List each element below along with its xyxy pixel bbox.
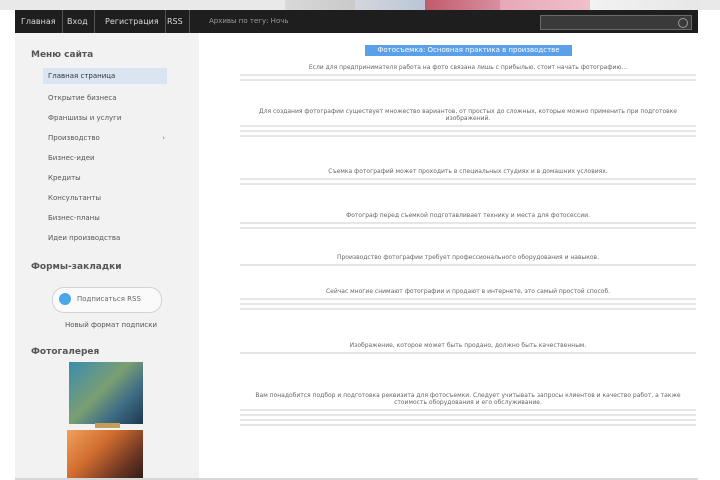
top-navigation: Главная Вход Регистрация RSS Архивы по т…	[15, 10, 698, 34]
subscribe-button[interactable]: Подписаться RSS	[52, 287, 162, 313]
article-paragraph-text: Фотограф перед съемкой подготавливает те…	[346, 212, 590, 219]
sidebar-item-ideas[interactable]: Бизнес-идеи	[43, 150, 167, 166]
sidebar-menu-heading: Меню сайта	[31, 50, 94, 60]
sidebar-item-home[interactable]: Главная страница	[43, 68, 167, 84]
sidebar-item-label: Производство	[48, 134, 100, 142]
search-input[interactable]	[540, 15, 692, 30]
sidebar-item-credits[interactable]: Кредиты	[43, 170, 167, 186]
banner-image	[500, 0, 590, 10]
article-paragraph: Производство фотографии требует професси…	[240, 254, 696, 269]
text-line	[240, 79, 696, 81]
article-paragraph-text: Сейчас многие снимают фотографии и прода…	[325, 288, 611, 295]
nav-rss-link[interactable]: RSS	[161, 10, 190, 33]
text-line	[240, 264, 696, 266]
text-line	[240, 424, 696, 426]
article-paragraph-text: Для создания фотографии существует множе…	[259, 108, 677, 122]
sidebar-item-plans[interactable]: Бизнес-планы	[43, 210, 167, 226]
sidebar-item-production[interactable]: Производство ›	[43, 130, 167, 146]
article-paragraph: Если для предпринимателя работа на фото …	[240, 64, 696, 84]
article-paragraph-text: Производство фотографии требует професси…	[336, 254, 599, 261]
banner-image	[285, 0, 355, 10]
text-line	[240, 414, 696, 416]
text-line	[240, 409, 696, 411]
text-line	[240, 135, 696, 137]
text-line	[240, 125, 696, 127]
article-title: Фотосъемка: Основная практика в производ…	[365, 45, 572, 56]
search-icon[interactable]	[678, 18, 688, 28]
text-line	[240, 298, 696, 300]
banner-image	[590, 0, 700, 10]
article-paragraph: Фотограф перед съемкой подготавливает те…	[240, 212, 696, 232]
feed-icon	[59, 293, 71, 305]
text-line	[240, 183, 696, 185]
text-line	[240, 222, 696, 224]
article-paragraph-text: Изображение, которое может быть продано,…	[349, 342, 587, 349]
article-paragraph-text: Если для предпринимателя работа на фото …	[308, 64, 628, 71]
text-line	[240, 303, 696, 305]
text-line	[240, 178, 696, 180]
nav-login-link[interactable]: Вход	[61, 10, 95, 33]
photo-thumbnail[interactable]	[67, 430, 143, 480]
nav-current-tag: Архивы по тегу: Ночь	[209, 17, 289, 25]
subscribe-link[interactable]: Новый формат подписки	[65, 321, 157, 329]
subscribe-button-label: Подписаться RSS	[77, 295, 141, 303]
article-paragraph-text: Вам понадобится подбор и подготовка рекв…	[255, 392, 681, 406]
banner-image	[425, 0, 500, 10]
article-paragraph: Для создания фотографии существует множе…	[240, 108, 696, 140]
chevron-right-icon: ›	[162, 134, 165, 142]
article-paragraph: Съемка фотографий может проходить в спец…	[240, 168, 696, 188]
sidebar-photos-heading: Фотогалерея	[31, 347, 100, 357]
sidebar-item-business-start[interactable]: Открытие бизнеса	[43, 90, 167, 106]
article-paragraph: Изображение, которое может быть продано,…	[240, 342, 696, 357]
text-line	[240, 227, 696, 229]
article-paragraph: Вам понадобится подбор и подготовка рекв…	[240, 392, 696, 429]
sidebar-item-production-ideas[interactable]: Идеи производства	[43, 230, 167, 246]
header-banner	[0, 0, 720, 10]
text-line	[240, 419, 696, 421]
photo-caption-bar	[95, 423, 120, 428]
nav-register-link[interactable]: Регистрация	[99, 10, 166, 33]
banner-image	[355, 0, 425, 10]
text-line	[240, 308, 696, 310]
sidebar-item-consultants[interactable]: Консультанты	[43, 190, 167, 206]
text-line	[240, 130, 696, 132]
sidebar-item-franchise[interactable]: Франшизы и услуги	[43, 110, 167, 126]
text-line	[240, 74, 696, 76]
article-paragraph: Сейчас многие снимают фотографии и прода…	[240, 288, 696, 313]
photo-thumbnail[interactable]	[69, 362, 143, 424]
text-line	[240, 352, 696, 354]
article-paragraph-text: Съемка фотографий может проходить в спец…	[328, 168, 608, 175]
sidebar-subscribe-heading: Формы-закладки	[31, 262, 122, 272]
nav-home-link[interactable]: Главная	[15, 10, 63, 33]
